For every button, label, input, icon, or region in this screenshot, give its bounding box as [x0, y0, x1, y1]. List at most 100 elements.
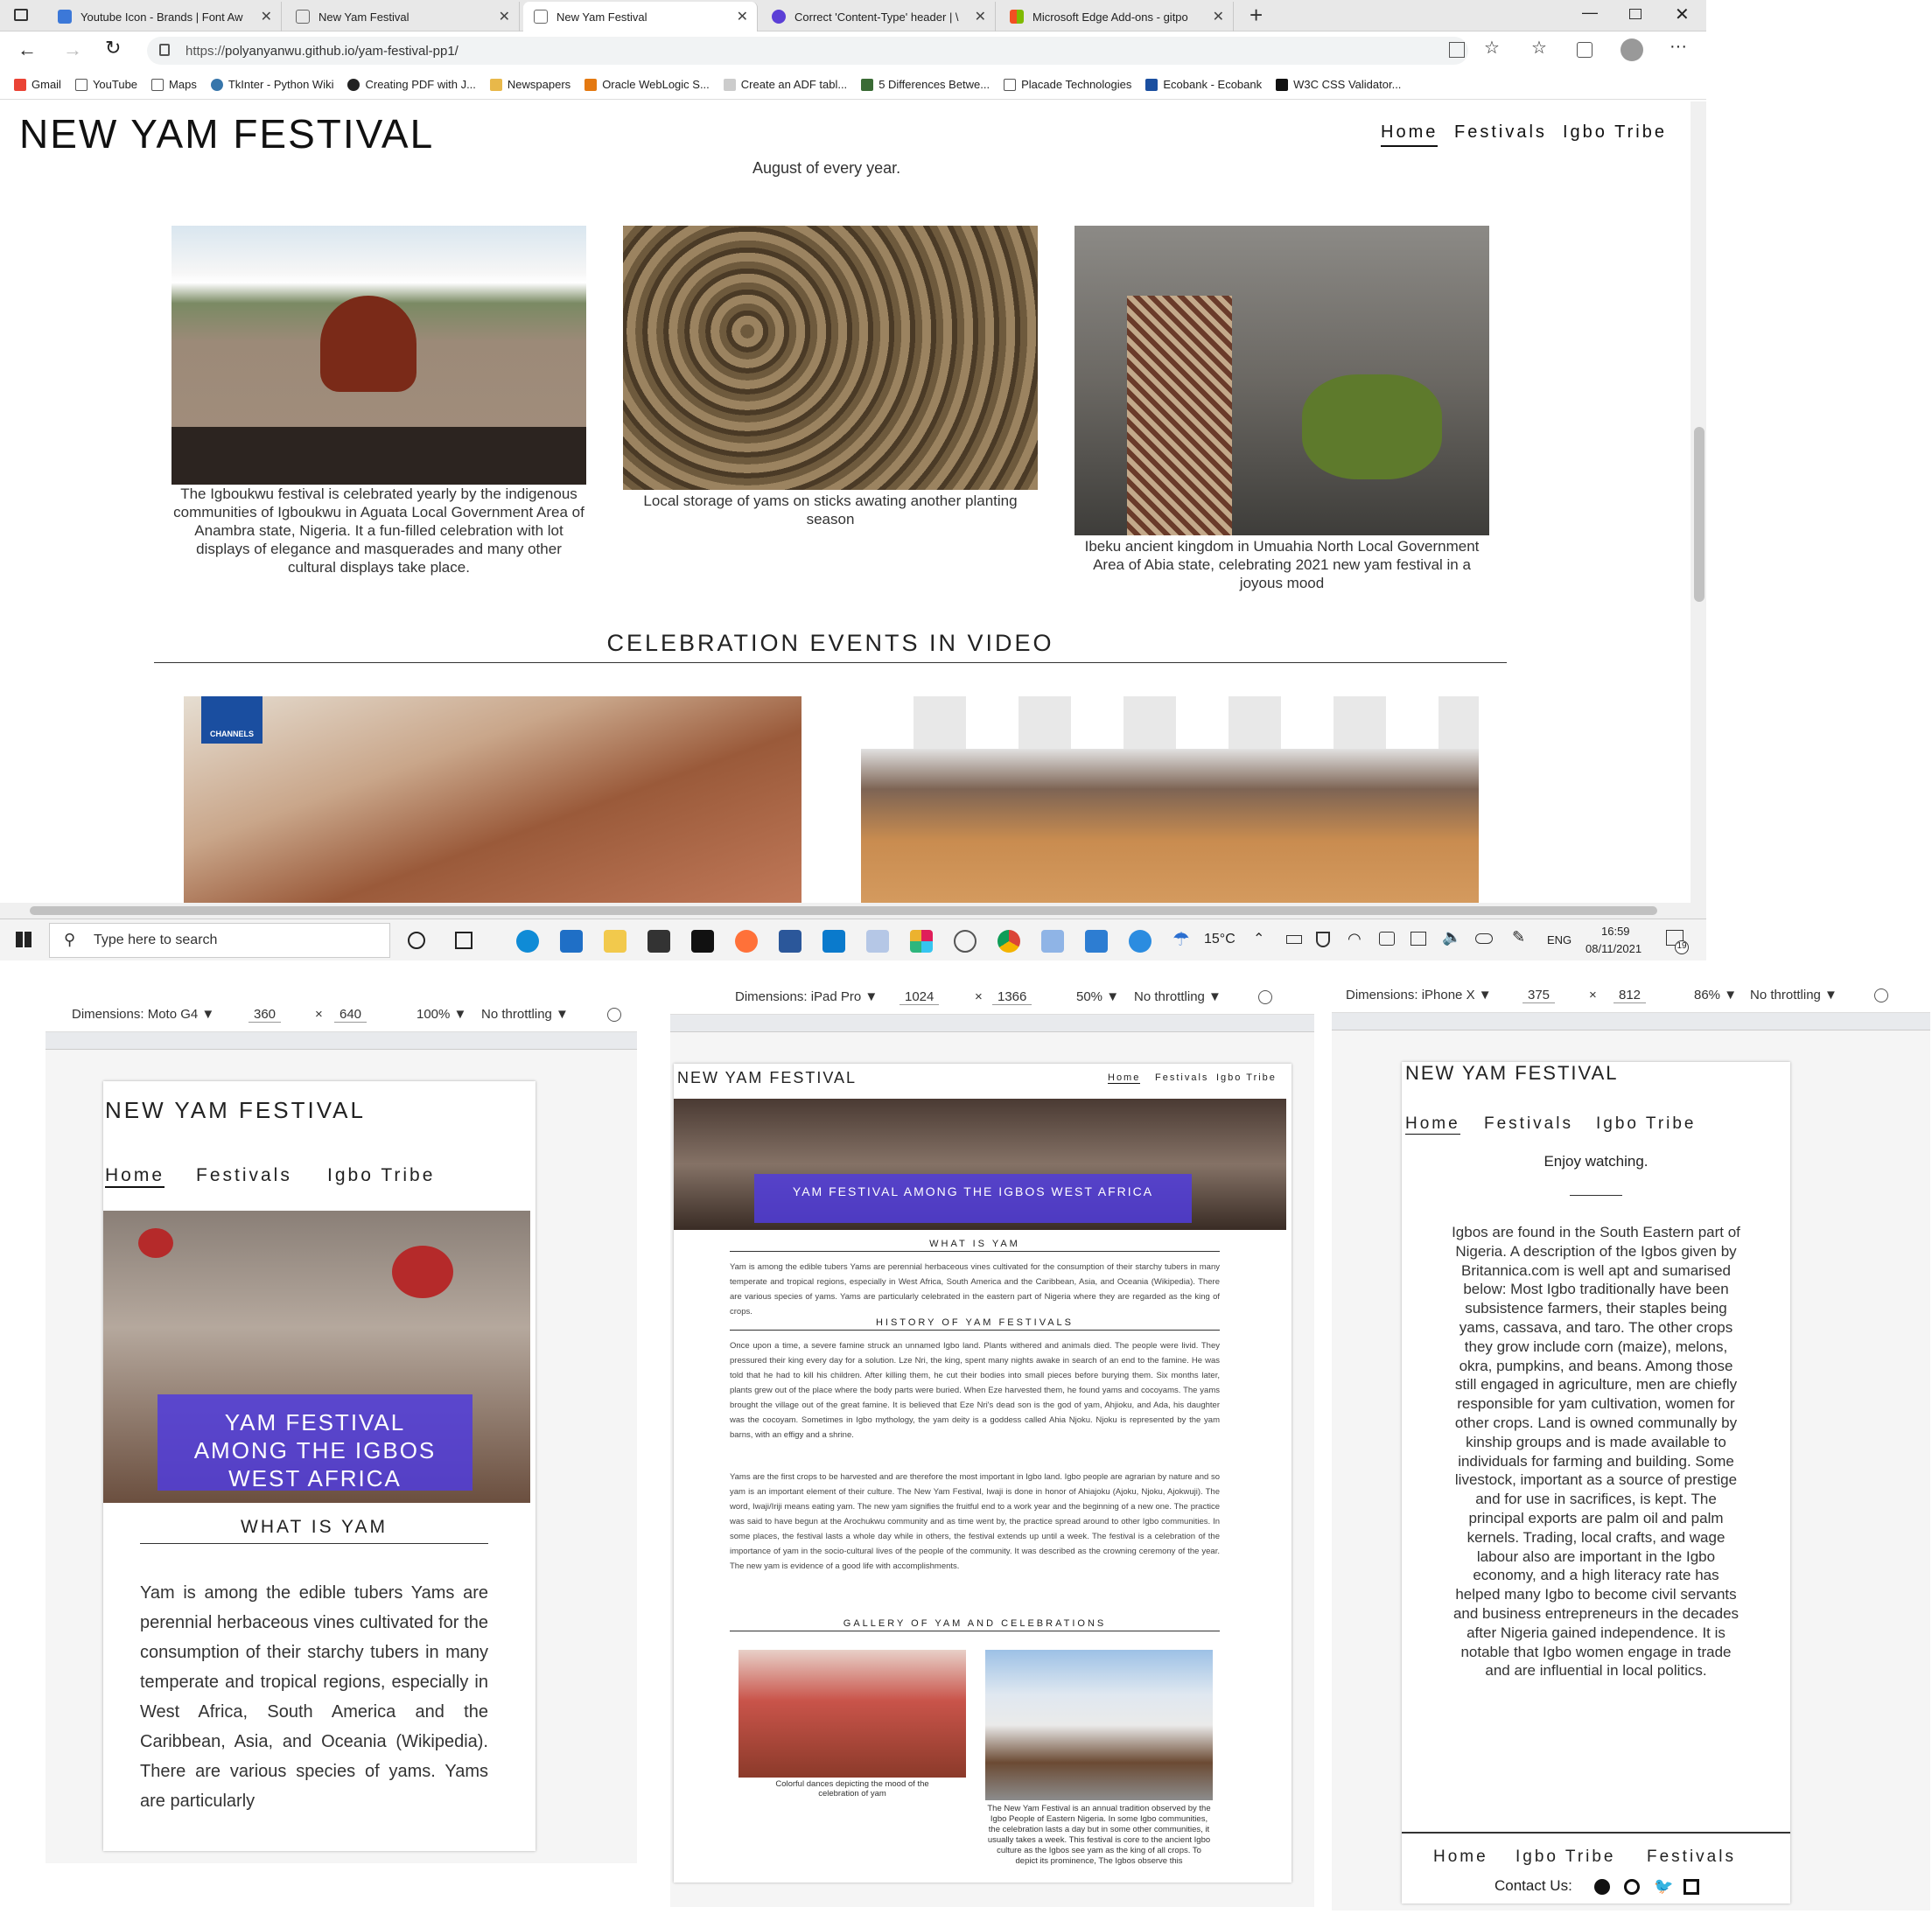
tab-content-type-header[interactable]: Correct 'Content-Type' header | \ ✕ [761, 2, 996, 31]
bookmark-differences[interactable]: 5 Differences Betwe... [861, 78, 990, 91]
url-input[interactable]: https://polyanyanwu.github.io/yam-festiv… [147, 37, 1468, 65]
vscode-icon[interactable] [822, 930, 845, 953]
bookmark-maps[interactable]: Maps [151, 78, 197, 91]
favorite-add-icon[interactable]: ☆ [1484, 37, 1500, 59]
nav-festivals[interactable]: Festivals [1454, 122, 1547, 143]
footer-nav-home[interactable]: Home [1433, 1848, 1488, 1867]
weather-temp[interactable]: 15°C [1204, 932, 1236, 947]
bookmark-w3c[interactable]: W3C CSS Validator... [1276, 78, 1401, 91]
display-icon[interactable] [1410, 932, 1426, 946]
rotate-icon[interactable] [1874, 988, 1888, 1002]
security-icon[interactable] [1316, 932, 1330, 947]
mail-icon[interactable] [560, 930, 583, 953]
tray-chevron-icon[interactable]: ⌃ [1253, 930, 1264, 947]
width-input[interactable]: 360 [248, 1007, 282, 1023]
zoom-select[interactable]: 100% ▼ [416, 1007, 466, 1022]
twitter-icon[interactable]: 🐦 [1654, 1877, 1673, 1896]
nav-igbo-tribe[interactable]: Igbo Tribe [327, 1165, 435, 1186]
language-indicator[interactable]: ENG [1547, 933, 1572, 947]
linkedin-icon[interactable] [1684, 1879, 1699, 1895]
nav-igbo-tribe[interactable]: Igbo Tribe [1216, 1072, 1277, 1083]
volume-icon[interactable]: 🔈 [1442, 928, 1461, 947]
width-input[interactable]: 1024 [900, 989, 940, 1005]
refresh-icon[interactable]: ↻ [105, 37, 121, 59]
forward-icon[interactable]: → [63, 38, 82, 61]
restore-icon[interactable] [1629, 9, 1642, 19]
throttle-select[interactable]: No throttling ▼ [481, 1007, 569, 1022]
onedrive-icon[interactable] [1475, 933, 1493, 944]
task-view-icon[interactable] [455, 932, 472, 949]
close-icon[interactable]: ✕ [261, 8, 272, 25]
emoji-icon[interactable] [954, 930, 976, 953]
nav-home[interactable]: Home [105, 1165, 165, 1188]
back-icon[interactable]: ← [18, 38, 37, 61]
bookmark-weblogic[interactable]: Oracle WebLogic S... [584, 78, 710, 91]
clock-date[interactable]: 08/11/2021 [1586, 942, 1642, 955]
nav-igbo-tribe[interactable]: Igbo Tribe [1596, 1114, 1697, 1134]
throttle-select[interactable]: No throttling ▼ [1750, 988, 1838, 1002]
yam-market-video[interactable]: CHANNELS [184, 696, 802, 903]
terminal-icon[interactable] [691, 930, 714, 953]
nav-igbo-tribe[interactable]: Igbo Tribe [1563, 122, 1667, 143]
facebook-icon[interactable] [1594, 1879, 1610, 1895]
width-input[interactable]: 375 [1522, 988, 1556, 1003]
reader-icon[interactable] [1449, 42, 1465, 58]
bookmark-gmail[interactable]: Gmail [14, 78, 61, 91]
zoom-select[interactable]: 86% ▼ [1694, 988, 1737, 1002]
store-icon[interactable] [648, 930, 670, 953]
device-select[interactable]: Dimensions: iPad Pro ▼ [735, 989, 878, 1004]
bookmark-pdf[interactable]: Creating PDF with J... [347, 78, 476, 91]
nav-home[interactable]: Home [1381, 122, 1438, 147]
nav-festivals[interactable]: Festivals [1484, 1114, 1573, 1134]
bookmark-adf[interactable]: Create an ADF tabl... [723, 78, 847, 91]
bookmark-tkinter[interactable]: TkInter - Python Wiki [210, 78, 333, 91]
height-input[interactable]: 1366 [992, 989, 1032, 1005]
windows-start-icon[interactable] [16, 932, 32, 947]
meet-icon[interactable] [1379, 932, 1395, 946]
weather-icon[interactable]: ☂ [1172, 928, 1190, 951]
notes-icon[interactable] [1041, 930, 1064, 953]
favorites-icon[interactable]: ☆ [1531, 37, 1547, 59]
nav-home[interactable]: Home [1108, 1072, 1141, 1084]
battery-icon[interactable] [1286, 935, 1302, 944]
more-menu-icon[interactable]: ··· [1670, 37, 1687, 57]
zoom-select[interactable]: 50% ▼ [1076, 989, 1119, 1004]
tab-new-yam-festival-active[interactable]: New Yam Festival ✕ [523, 2, 758, 31]
slack-icon[interactable] [910, 930, 933, 953]
scrollbar-thumb[interactable] [30, 906, 1657, 915]
rotate-icon[interactable] [1258, 989, 1272, 1004]
tab-new-yam-festival[interactable]: New Yam Festival ✕ [285, 2, 520, 31]
close-icon[interactable]: ✕ [737, 8, 748, 25]
bookmark-ecobank[interactable]: Ecobank - Ecobank [1145, 78, 1262, 91]
rotate-icon[interactable] [607, 1007, 621, 1022]
device-select[interactable]: Dimensions: iPhone X ▼ [1346, 988, 1492, 1002]
footer-nav-festivals[interactable]: Festivals [1647, 1848, 1736, 1867]
word-icon[interactable] [779, 930, 802, 953]
pen-icon[interactable]: ✎ [1512, 928, 1525, 947]
throttle-select[interactable]: No throttling ▼ [1134, 989, 1222, 1004]
collections-icon[interactable] [1577, 42, 1592, 58]
device-select[interactable]: Dimensions: Moto G4 ▼ [72, 1007, 214, 1022]
close-icon[interactable]: ✕ [1213, 8, 1224, 25]
firefox-icon[interactable] [735, 930, 758, 953]
scrollbar-thumb[interactable] [1694, 427, 1704, 602]
photos-icon[interactable] [1085, 930, 1108, 953]
window-close-icon[interactable]: ✕ [1675, 3, 1690, 25]
taskbar-search-input[interactable]: ⚲ Type here to search [49, 923, 390, 958]
wifi-icon[interactable]: ◠ [1348, 930, 1362, 948]
nav-home[interactable]: Home [1405, 1114, 1460, 1135]
edge-icon[interactable] [516, 930, 539, 953]
nav-festivals[interactable]: Festivals [1155, 1072, 1208, 1083]
minimize-icon[interactable]: — [1582, 3, 1598, 22]
tab-edge-addons[interactable]: Microsoft Edge Add-ons - gitpo ✕ [999, 2, 1234, 31]
profile-avatar[interactable] [1620, 38, 1643, 61]
close-icon[interactable]: ✕ [975, 8, 986, 25]
help-icon[interactable] [1129, 930, 1152, 953]
file-explorer-icon[interactable] [604, 930, 626, 953]
vertical-scrollbar[interactable] [1690, 101, 1706, 903]
cortana-icon[interactable] [408, 932, 425, 949]
height-input[interactable]: 812 [1614, 988, 1647, 1003]
close-icon[interactable]: ✕ [499, 8, 510, 25]
nav-festivals[interactable]: Festivals [196, 1165, 292, 1186]
chrome-icon[interactable] [998, 930, 1020, 953]
